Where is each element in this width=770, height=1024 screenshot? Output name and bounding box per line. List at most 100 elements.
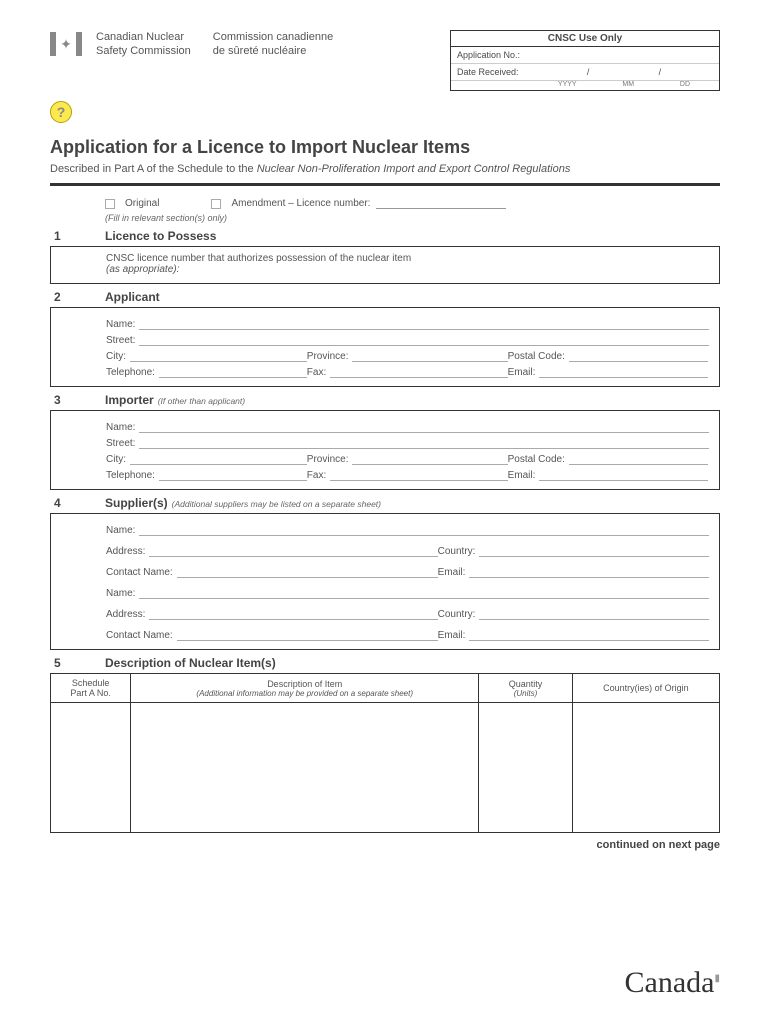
th-qty-sub: (Units) (481, 689, 570, 698)
section-4-num: 4 (50, 496, 105, 510)
importer-tel-label: Telephone: (106, 470, 155, 481)
section-1-num: 1 (50, 229, 105, 243)
supplier2-address-label: Address: (106, 609, 145, 620)
date-sep-1: / (587, 67, 590, 77)
supplier1-contact-label: Contact Name: (106, 567, 173, 578)
s4-note: (Additional suppliers may be listed on a… (172, 499, 381, 509)
section-4-box: Name: Address: Country: Contact Name: Em… (50, 513, 720, 650)
th-schedule: SchedulePart A No. (51, 674, 131, 703)
amendment-number-input[interactable] (376, 199, 506, 209)
section-5-title: Description of Nuclear Item(s) (105, 656, 276, 670)
s3-title-text: Importer (105, 393, 154, 407)
table-row (51, 703, 720, 833)
help-icon[interactable]: ? (50, 101, 72, 123)
supplier1-name-input[interactable] (139, 525, 709, 536)
applicant-city-label: City: (106, 351, 126, 362)
amendment-checkbox[interactable] (211, 199, 221, 209)
app-no-label: Application No.: (457, 50, 535, 60)
section-2-header: 2 Applicant (50, 290, 720, 304)
title-rule (50, 183, 720, 186)
description-table: SchedulePart A No. Description of Item(A… (50, 673, 720, 833)
org-en-line2: Safety Commission (96, 44, 191, 58)
importer-name-label: Name: (106, 422, 135, 433)
section-1-header: 1 Licence to Possess (50, 229, 720, 243)
section-5-num: 5 (50, 656, 105, 670)
applicant-email-input[interactable] (539, 367, 708, 378)
cell-schedule[interactable] (51, 703, 131, 833)
applicant-postal-input[interactable] (569, 351, 709, 362)
amendment-label: Amendment – Licence number: (231, 198, 370, 209)
cell-description[interactable] (131, 703, 479, 833)
importer-street-label: Street: (106, 438, 135, 449)
section-2-num: 2 (50, 290, 105, 304)
section-1-title: Licence to Possess (105, 229, 216, 243)
section-2-title: Applicant (105, 290, 160, 304)
supplier1-name-label: Name: (106, 525, 135, 536)
section-3-box: Name: Street: City: Province: Postal Cod… (50, 410, 720, 490)
supplier2-email-label: Email: (438, 630, 466, 641)
page-title: Application for a Licence to Import Nucl… (50, 137, 720, 158)
supplier2-address-input[interactable] (149, 609, 437, 620)
applicant-city-input[interactable] (130, 351, 307, 362)
importer-tel-input[interactable] (159, 470, 307, 481)
applicant-province-label: Province: (307, 351, 349, 362)
importer-street-input[interactable] (139, 438, 709, 449)
importer-postal-label: Postal Code: (508, 454, 565, 465)
applicant-fax-label: Fax: (307, 367, 326, 378)
supplier2-contact-input[interactable] (177, 630, 438, 641)
applicant-postal-label: Postal Code: (508, 351, 565, 362)
fill-note: (Fill in relevant section(s) only) (50, 213, 720, 223)
original-label: Original (125, 198, 159, 209)
s3-note: (If other than applicant) (158, 396, 245, 406)
importer-province-input[interactable] (352, 454, 507, 465)
th-description: Description of Item(Additional informati… (131, 674, 479, 703)
applicant-name-input[interactable] (139, 319, 709, 330)
continued-note: continued on next page (50, 839, 720, 851)
importer-email-label: Email: (508, 470, 536, 481)
th-schedule-2: Part A No. (70, 688, 111, 698)
importer-fax-label: Fax: (307, 470, 326, 481)
subtitle-pre: Described in Part A of the Schedule to t… (50, 163, 257, 175)
date-dd: DD (680, 81, 690, 88)
applicant-fax-input[interactable] (330, 367, 507, 378)
org-fr-line2: de sûreté nucléaire (213, 44, 333, 58)
applicant-name-label: Name: (106, 319, 135, 330)
importer-postal-input[interactable] (569, 454, 709, 465)
importer-email-input[interactable] (539, 470, 708, 481)
applicant-street-input[interactable] (139, 335, 709, 346)
supplier2-country-input[interactable] (479, 609, 709, 620)
date-sep-2: / (659, 67, 662, 77)
subtitle-em: Nuclear Non-Proliferation Import and Exp… (257, 163, 571, 175)
s4-title-text: Supplier(s) (105, 496, 168, 510)
th-country: Country(ies) of Origin (572, 674, 719, 703)
importer-city-input[interactable] (130, 454, 307, 465)
supplier1-email-input[interactable] (469, 567, 709, 578)
wordmark-text: Canada (625, 966, 715, 999)
supplier1-email-label: Email: (438, 567, 466, 578)
wordmark-flag-icon: ▮ (714, 973, 720, 984)
date-yyyy: YYYY (558, 81, 577, 88)
date-mm: MM (622, 81, 634, 88)
supplier1-country-input[interactable] (479, 546, 709, 557)
applicant-province-input[interactable] (352, 351, 507, 362)
supplier2-email-input[interactable] (469, 630, 709, 641)
original-checkbox[interactable] (105, 199, 115, 209)
supplier1-address-label: Address: (106, 546, 145, 557)
org-names: Canadian Nuclear Safety Commission Commi… (96, 30, 333, 59)
importer-fax-input[interactable] (330, 470, 507, 481)
section-4-header: 4 Supplier(s) (Additional suppliers may b… (50, 496, 720, 510)
cell-quantity[interactable] (479, 703, 573, 833)
applicant-tel-input[interactable] (159, 367, 307, 378)
cell-country[interactable] (572, 703, 719, 833)
options-row: Original Amendment – Licence number: (50, 198, 720, 209)
cnsc-use-only-box: CNSC Use Only Application No.: Date Rece… (450, 30, 720, 91)
importer-province-label: Province: (307, 454, 349, 465)
supplier2-name-input[interactable] (139, 588, 709, 599)
supplier2-name-label: Name: (106, 588, 135, 599)
supplier1-address-input[interactable] (149, 546, 437, 557)
th-qty-main: Quantity (509, 679, 543, 689)
supplier1-contact-input[interactable] (177, 567, 438, 578)
supplier1-country-label: Country: (438, 546, 476, 557)
importer-city-label: City: (106, 454, 126, 465)
importer-name-input[interactable] (139, 422, 709, 433)
